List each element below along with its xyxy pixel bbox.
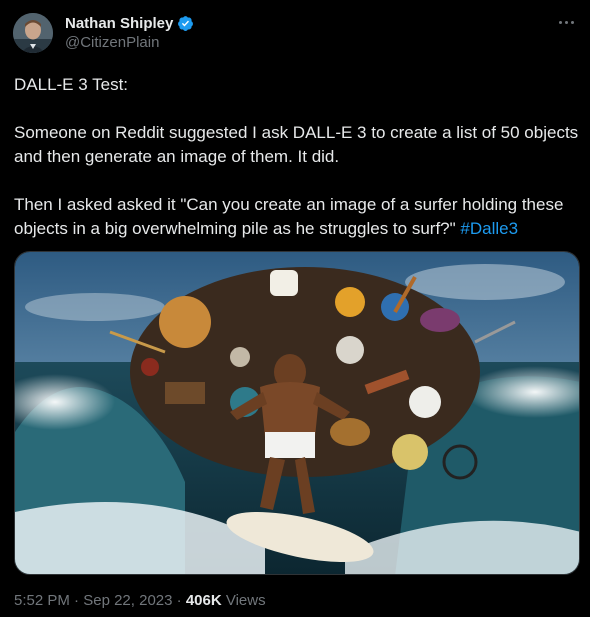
tweet-image[interactable] — [14, 251, 580, 575]
more-dot — [564, 20, 568, 24]
avatar-image — [13, 13, 53, 53]
more-dot — [558, 20, 562, 24]
views-label: Views — [221, 592, 266, 609]
more-options-icon[interactable] — [554, 12, 578, 32]
author-header: Nathan Shipley @CitizenPlain — [65, 13, 194, 51]
avatar[interactable] — [13, 13, 53, 53]
more-dot — [570, 20, 574, 24]
display-name-row: Nathan Shipley — [65, 13, 194, 33]
tweet-text: DALL-E 3 Test: Someone on Reddit suggest… — [14, 73, 580, 241]
views-count[interactable]: 406K — [186, 592, 222, 609]
tweet-line-1: DALL-E 3 Test: — [14, 75, 129, 94]
tweet-paragraph-3: Then I asked asked it "Can you create an… — [14, 193, 580, 241]
handle[interactable]: @CitizenPlain — [65, 34, 194, 51]
tweet-date[interactable]: Sep 22, 2023 — [83, 592, 172, 609]
display-name[interactable]: Nathan Shipley — [65, 15, 173, 32]
meta-separator: · — [172, 592, 186, 609]
tweet-meta: 5:52 PM · Sep 22, 2023 · 406K Views — [14, 592, 266, 609]
hashtag-link[interactable]: #Dalle3 — [460, 219, 518, 238]
surfer-image — [15, 252, 579, 574]
tweet-time[interactable]: 5:52 PM — [14, 592, 70, 609]
tweet-paragraph-2: Someone on Reddit suggested I ask DALL-E… — [14, 123, 579, 166]
meta-separator: · — [69, 592, 84, 609]
verified-badge-icon — [177, 15, 194, 32]
tweet: Nathan Shipley @CitizenPlain DALL-E 3 Te… — [0, 0, 590, 617]
